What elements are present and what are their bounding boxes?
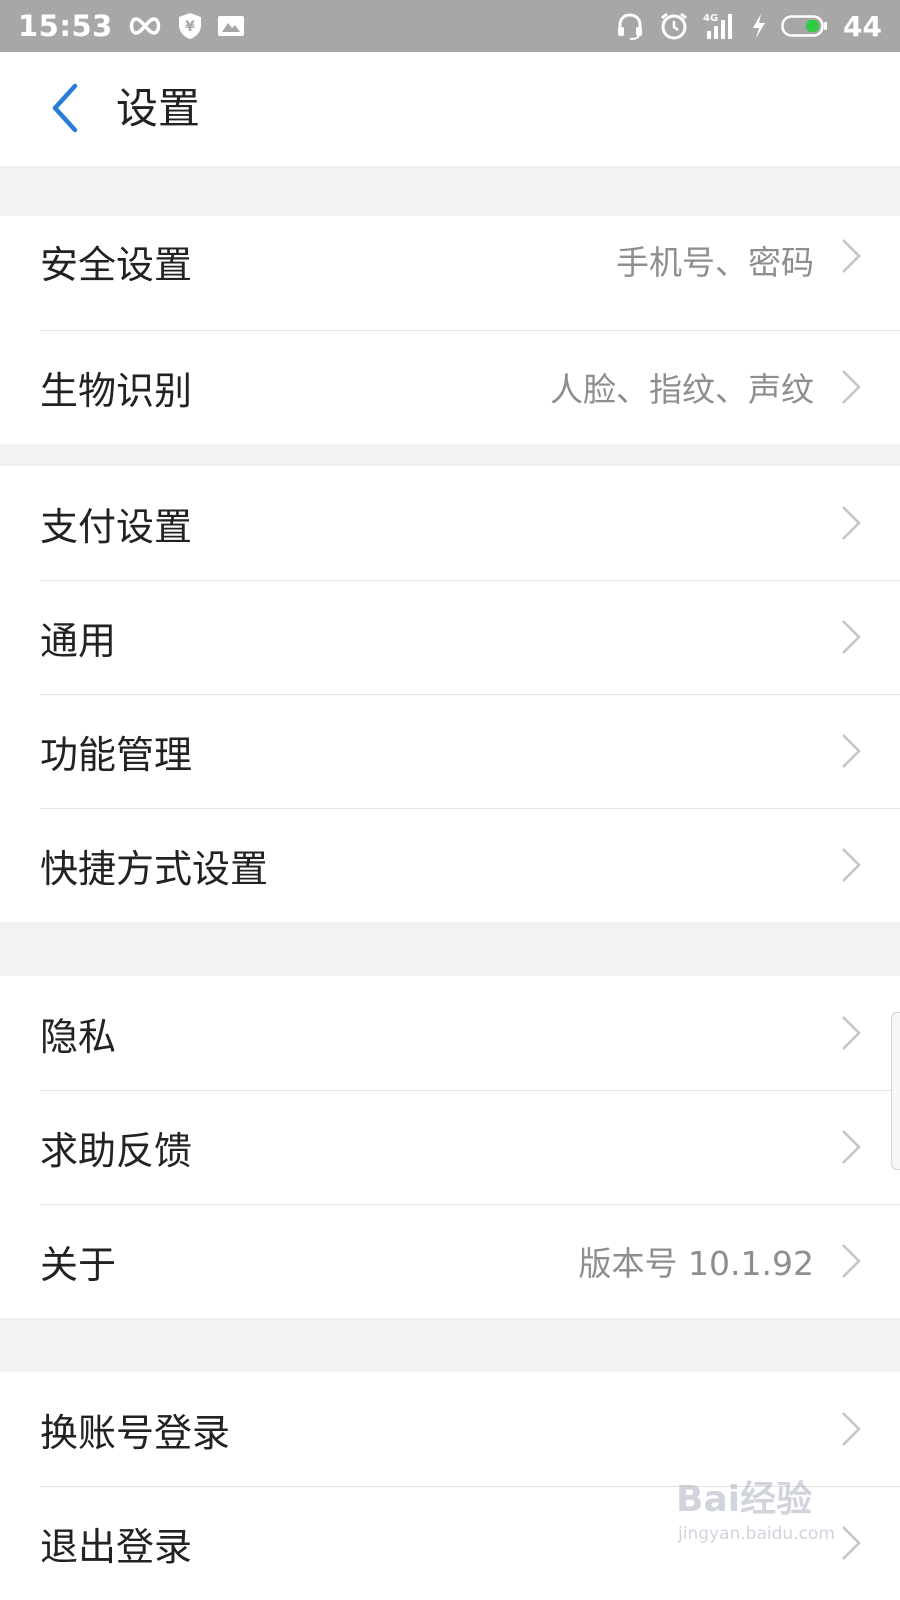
battery-icon <box>781 13 829 39</box>
settings-row-feature-management[interactable]: 功能管理 <box>0 694 900 808</box>
svg-text:4G: 4G <box>703 13 718 24</box>
status-bar: 15:53 ¥ 4G 44 <box>0 0 900 52</box>
settings-row-security[interactable]: 安全设置 手机号、密码 <box>0 216 900 330</box>
row-label: 隐私 <box>40 1014 117 1059</box>
infinity-icon <box>127 15 163 37</box>
settings-group-privacy-help: 隐私 求助反馈 关于 版本号 10.1.92 <box>0 976 900 1318</box>
chevron-right-icon <box>838 845 864 885</box>
row-label: 快捷方式设置 <box>40 846 269 891</box>
chevron-right-icon <box>838 1409 864 1449</box>
chevron-right-icon <box>838 1241 864 1281</box>
page-title: 设置 <box>116 84 201 133</box>
settings-group-account-security: 安全设置 手机号、密码 生物识别 人脸、指纹、声纹 <box>0 216 900 444</box>
signal-4g-icon: 4G <box>703 11 737 41</box>
shield-yen-icon: ¥ <box>177 12 203 40</box>
row-label: 退出登录 <box>40 1524 193 1569</box>
chevron-right-icon <box>838 367 864 407</box>
chevron-right-icon <box>838 1523 864 1563</box>
settings-row-switch-account[interactable]: 换账号登录 <box>0 1372 900 1486</box>
settings-row-shortcuts[interactable]: 快捷方式设置 <box>0 808 900 922</box>
svg-text:¥: ¥ <box>185 19 195 35</box>
status-bar-left: 15:53 ¥ <box>18 9 245 43</box>
row-label: 安全设置 <box>40 243 193 287</box>
header-bar: 设置 <box>0 52 900 166</box>
settings-row-general[interactable]: 通用 <box>0 580 900 694</box>
photo-icon <box>217 14 245 38</box>
headset-icon <box>615 11 645 41</box>
chevron-right-icon <box>838 617 864 657</box>
chevron-right-icon <box>838 236 864 276</box>
chevron-right-icon <box>838 1013 864 1053</box>
chevron-right-icon <box>838 731 864 771</box>
alarm-icon <box>659 11 689 41</box>
chevron-left-icon <box>52 83 78 133</box>
row-label: 通用 <box>40 618 117 663</box>
version-value: 版本号 10.1.92 <box>578 1244 814 1283</box>
status-time: 15:53 <box>18 9 113 43</box>
settings-row-biometrics[interactable]: 生物识别 人脸、指纹、声纹 <box>0 330 900 444</box>
settings-row-payment[interactable]: 支付设置 <box>0 466 900 580</box>
settings-row-privacy[interactable]: 隐私 <box>0 976 900 1090</box>
charging-icon <box>751 13 767 39</box>
battery-level: 44 <box>843 9 882 43</box>
row-value: 人脸、指纹、声纹 <box>550 370 814 409</box>
row-value: 手机号、密码 <box>616 243 814 282</box>
row-label: 支付设置 <box>40 504 193 549</box>
settings-group-general: 支付设置 通用 功能管理 快捷方式设置 <box>0 466 900 922</box>
row-label: 换账号登录 <box>40 1410 231 1455</box>
row-label: 生物识别 <box>40 368 193 413</box>
row-label: 求助反馈 <box>40 1128 193 1173</box>
row-label: 功能管理 <box>40 732 193 777</box>
row-label: 关于 <box>40 1242 117 1287</box>
settings-group-account: 换账号登录 退出登录 <box>0 1372 900 1600</box>
scroll-indicator[interactable] <box>891 1012 900 1170</box>
settings-row-about[interactable]: 关于 版本号 10.1.92 <box>0 1204 900 1318</box>
chevron-right-icon <box>838 503 864 543</box>
back-button[interactable] <box>38 78 90 138</box>
settings-row-help-feedback[interactable]: 求助反馈 <box>0 1090 900 1204</box>
settings-row-logout[interactable]: 退出登录 <box>0 1486 900 1600</box>
chevron-right-icon <box>838 1127 864 1167</box>
status-bar-right: 4G 44 <box>615 10 882 43</box>
